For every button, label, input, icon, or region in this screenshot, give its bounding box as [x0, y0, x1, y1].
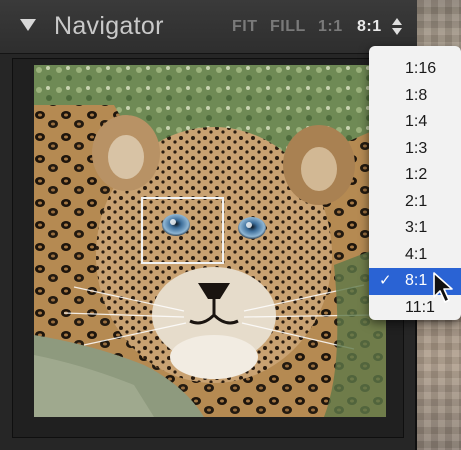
menu-item-1-8[interactable]: 1:8 [369, 83, 461, 110]
menu-item-4-1[interactable]: 4:1 [369, 242, 461, 269]
menu-item-1-16[interactable]: 1:16 [369, 56, 461, 83]
menu-item-2-1[interactable]: 2:1 [369, 189, 461, 216]
zoom-custom-option[interactable]: 8:1 [357, 18, 382, 36]
menu-item-1-2[interactable]: 1:2 [369, 162, 461, 189]
zoom-fit-option[interactable]: FIT [232, 18, 258, 36]
up-down-stepper-icon[interactable] [391, 16, 403, 38]
panel-title: Navigator [54, 12, 164, 40]
menu-item-label: 8:1 [405, 272, 428, 289]
navigator-header[interactable]: Navigator FIT FILL 1:1 8:1 [0, 0, 417, 54]
zoom-1-1-option[interactable]: 1:1 [318, 18, 343, 36]
zoom-region-indicator[interactable] [141, 197, 224, 264]
disclosure-triangle-down-icon[interactable] [20, 19, 36, 31]
menu-item-3-1[interactable]: 3:1 [369, 215, 461, 242]
checkmark-icon: ✓ [379, 272, 392, 289]
menu-item-1-4[interactable]: 1:4 [369, 109, 461, 136]
arrow-pointer-icon [433, 272, 453, 303]
zoom-fill-option[interactable]: FILL [270, 18, 306, 36]
menu-item-1-3[interactable]: 1:3 [369, 136, 461, 163]
